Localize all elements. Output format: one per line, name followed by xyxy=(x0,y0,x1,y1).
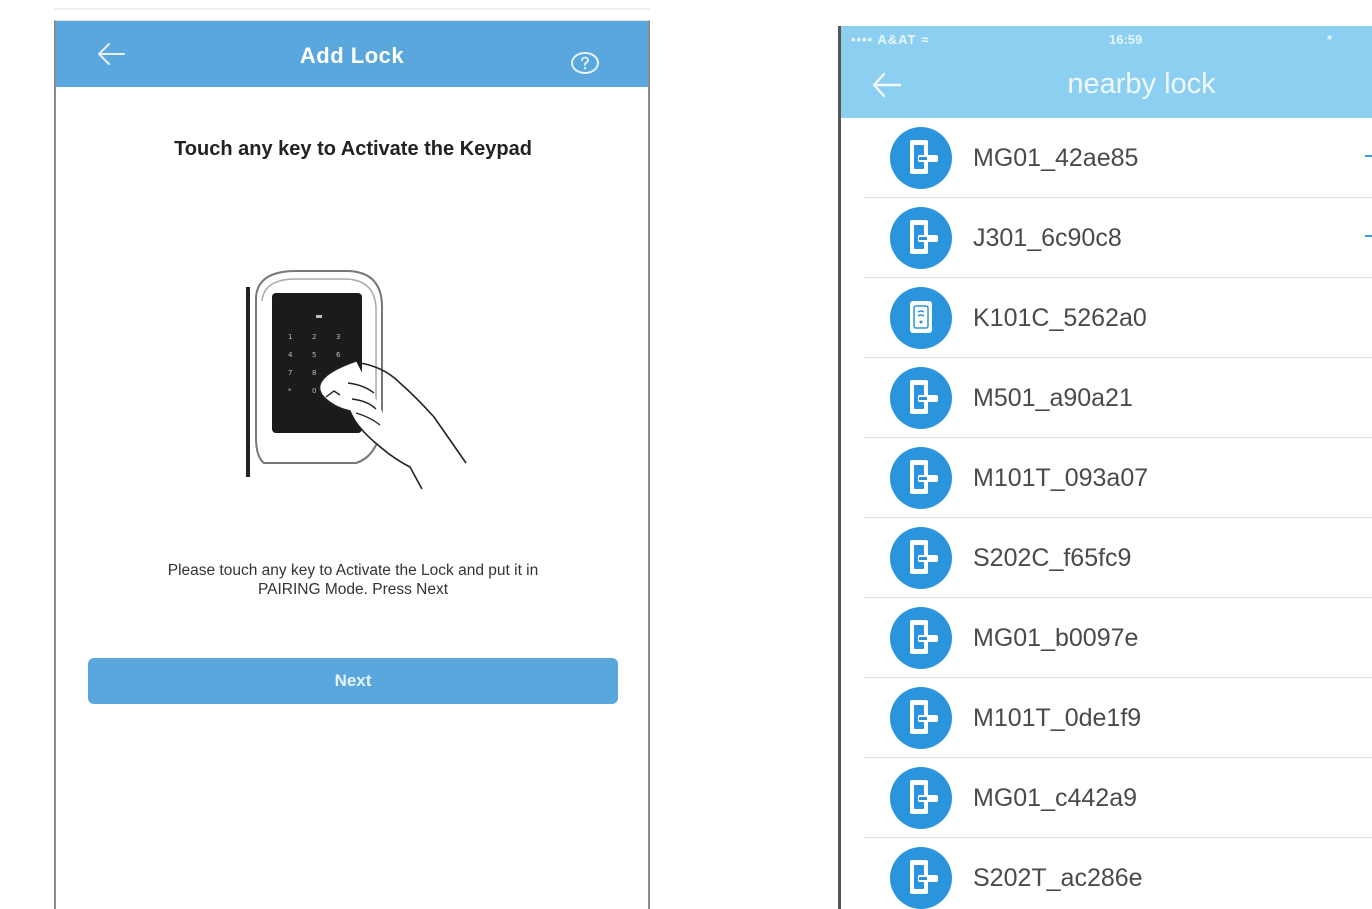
top-divider xyxy=(54,8,650,10)
svg-text:7: 7 xyxy=(288,369,292,377)
lock-list-item[interactable]: M501_a90a21 xyxy=(841,358,1372,438)
add-lock-header: Add Lock xyxy=(56,21,648,87)
nearby-lock-header: •••• A&AT ≈ 16:59 * nearby lock xyxy=(841,26,1372,118)
row-edge-indicator xyxy=(1365,155,1372,157)
instruction-title: Touch any key to Activate the Keypad xyxy=(174,138,532,160)
door-lock-icon xyxy=(890,367,952,429)
add-lock-screen: Add Lock Touch any key to Activate the K… xyxy=(54,20,650,909)
status-time: 16:59 xyxy=(1109,32,1143,47)
lock-name: S202T_ac286e xyxy=(973,864,1143,892)
door-lock-icon xyxy=(890,607,952,669)
keypad-touch-illustration: 123 456 789 *0# xyxy=(246,270,467,490)
question-circle-icon[interactable] xyxy=(570,51,600,75)
svg-text:8: 8 xyxy=(312,369,316,377)
carrier-label: •••• A&AT ≈ xyxy=(851,32,930,47)
door-lock-icon xyxy=(890,687,952,749)
svg-text:1: 1 xyxy=(288,333,292,341)
next-button[interactable]: Next xyxy=(88,658,618,704)
page-title: nearby lock xyxy=(1067,68,1216,100)
door-lock-icon xyxy=(890,767,952,829)
status-bar: •••• A&AT ≈ 16:59 * xyxy=(841,26,1372,56)
instruction-body: Please touch any key to Activate the Loc… xyxy=(167,562,539,598)
row-edge-indicator xyxy=(1365,235,1372,237)
door-lock-icon xyxy=(890,527,952,589)
lock-name: J301_6c90c8 xyxy=(973,224,1122,252)
svg-text:*: * xyxy=(288,387,292,395)
door-lock-icon xyxy=(890,127,952,189)
lock-name: S202C_f65fc9 xyxy=(973,544,1132,572)
svg-text:4: 4 xyxy=(288,351,293,359)
lock-name: K101C_5262a0 xyxy=(973,304,1147,332)
page-title: Add Lock xyxy=(299,43,405,68)
lock-list: MG01_42ae85 J301_6c90c8 K101C_5262a0 M501_a… xyxy=(841,118,1372,909)
svg-text:3: 3 xyxy=(336,333,340,341)
door-lock-icon xyxy=(890,447,952,509)
lock-name: MG01_42ae85 xyxy=(973,144,1139,172)
lock-list-item[interactable]: J301_6c90c8 xyxy=(841,198,1372,278)
door-lock-icon xyxy=(890,207,952,269)
keypad-lock-icon xyxy=(890,287,952,349)
door-lock-icon xyxy=(890,847,952,909)
svg-text:6: 6 xyxy=(336,351,341,359)
svg-text:5: 5 xyxy=(312,351,316,359)
lock-list-item[interactable]: S202C_f65fc9 xyxy=(841,518,1372,598)
lock-name: MG01_b0097e xyxy=(973,624,1139,652)
lock-list-item[interactable]: MG01_b0097e xyxy=(841,598,1372,678)
lock-list-item[interactable]: M101T_0de1f9 xyxy=(841,678,1372,758)
lock-name: MG01_c442a9 xyxy=(973,784,1138,812)
lock-name: M101T_093a07 xyxy=(973,464,1149,492)
svg-text:2: 2 xyxy=(312,333,316,341)
nearby-lock-screen: •••• A&AT ≈ 16:59 * nearby lock MG01_42a… xyxy=(838,26,1372,909)
lock-name: M501_a90a21 xyxy=(973,384,1133,412)
lock-list-item[interactable]: M101T_093a07 xyxy=(841,438,1372,518)
battery-indicator: * xyxy=(1327,32,1333,47)
svg-text:0: 0 xyxy=(312,387,316,395)
lock-list-item[interactable]: MG01_42ae85 xyxy=(841,118,1372,198)
lock-list-item[interactable]: S202T_ac286e xyxy=(841,838,1372,909)
lock-list-item[interactable]: K101C_5262a0 xyxy=(841,278,1372,358)
lock-name: M101T_0de1f9 xyxy=(973,704,1142,732)
lock-list-item[interactable]: MG01_c442a9 xyxy=(841,758,1372,838)
